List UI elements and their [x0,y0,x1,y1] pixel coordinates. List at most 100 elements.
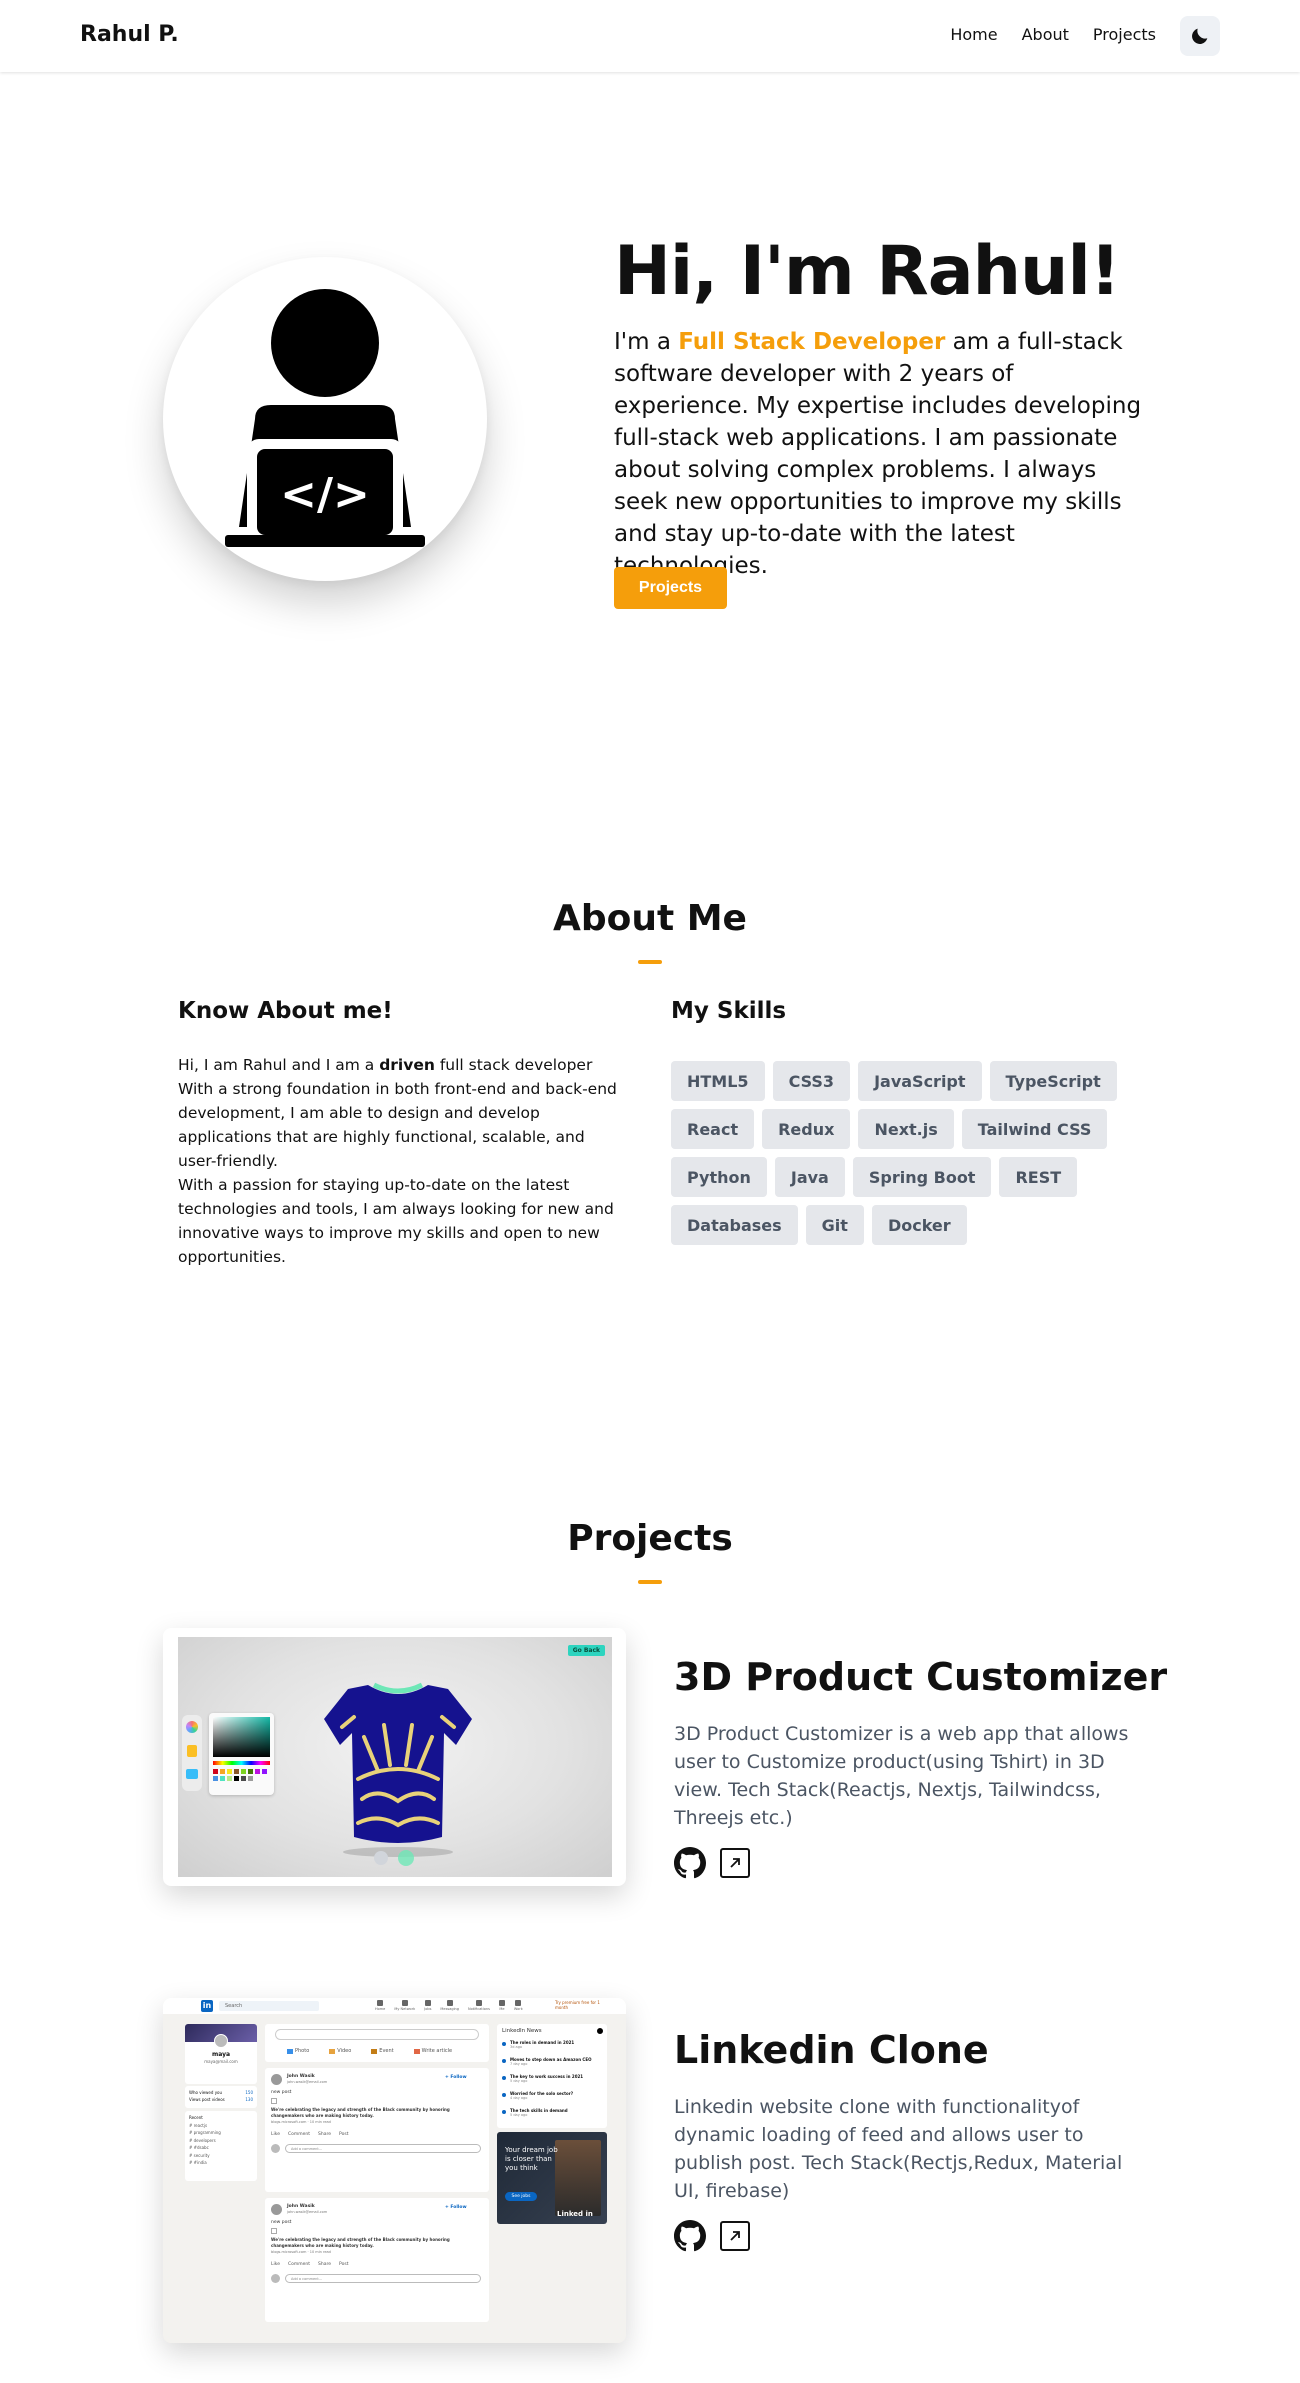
li-follow-button: + Follow [445,2075,467,2080]
li-post-text: new post [271,2220,292,2225]
project-title-linkedin-clone: Linkedin Clone [674,2028,989,2072]
li-nav-icon [498,2000,505,2006]
project-screenshot-linkedin: in Search Home My Network Jobs Messaging Not… [163,1998,626,2343]
nav-link-projects[interactable]: Projects [1093,25,1156,44]
file-icon [187,1745,197,1757]
theme-toggle-button[interactable] [1180,16,1220,56]
li-nav-item: Messaging [440,2000,459,2011]
about-section-title: About Me [553,898,747,939]
li-search-input: Search [219,2001,319,2011]
projects-button[interactable]: Projects [614,567,727,609]
external-link-icon [730,2231,740,2241]
github-link-button[interactable] [674,1847,706,1879]
project-title-3d-customizer: 3D Product Customizer [674,1655,1168,1699]
skill-tag: Spring Boot [852,1157,992,1197]
nav-links: Home About Projects [950,25,1156,44]
about-paragraph-1: Hi, I am Rahul and I am a driven full st… [178,1053,618,1173]
nav-link-home[interactable]: Home [950,25,997,44]
color-wheel-icon [186,1721,198,1733]
li-news-item: The tech skills in demand 5 day ago [502,2108,602,2125]
about-p1-bold: driven [379,1056,435,1074]
li-news-bullet [502,2059,506,2063]
li-nav-item: Work [514,2000,523,2011]
li-recent-item: # #india [189,2160,207,2165]
li-post-avatar [271,2074,282,2085]
skills-list: HTML5 CSS3 JavaScript TypeScript React Redux N… [671,1061,1121,1245]
li-stat-value: 150 [245,2090,253,2095]
li-nav-icon [377,2000,384,2006]
li-news-time: 4 day ago [510,2096,528,2100]
li-post-image [271,2228,277,2234]
full-texture-toggle-icon[interactable] [398,1850,414,1866]
projects-section-title: Projects [567,1518,733,1559]
projects-title-underline [638,1580,662,1584]
color-swatches [213,1769,270,1781]
li-post-link: blogs.microsoft.com · 10 min read [271,2120,331,2124]
li-news-time: 5 day ago [510,2113,528,2117]
skill-tag: React [671,1109,755,1149]
live-demo-link-button[interactable] [720,1848,750,1878]
li-compose-icon [371,2048,378,2054]
project-card-3d-customizer[interactable]: Go Back [163,1628,626,1886]
github-icon [674,1847,706,1879]
li-post-email: john.wasik@email.com [287,2210,328,2214]
li-compose-box: Photo Video Event Write article [265,2024,489,2062]
my-skills-heading: My Skills [671,998,787,1024]
li-nav-label: Me [499,2007,505,2011]
skill-tag: JavaScript [858,1061,982,1101]
li-header: in Search Home My Network Jobs Messaging Not… [163,1998,626,2014]
li-start-post-input [275,2029,479,2040]
li-nav-icon [446,2000,453,2006]
github-icon [674,2220,706,2252]
li-news-list: The roles in demand in 2021 3d ago Moves t… [502,2040,602,2125]
li-news-time: 3d ago [510,2045,523,2049]
project-card-linkedin-clone[interactable]: in Search Home My Network Jobs Messaging Not… [163,1998,626,2343]
skill-tag: HTML5 [671,1061,765,1101]
li-profile-name: maya [211,2051,231,2058]
li-post: John Wasik john.wasik@email.com + Follow ne… [265,2198,489,2322]
li-compose-actions: Photo Video Event Write article [287,2048,452,2054]
li-nav-item: Home [375,2000,385,2011]
li-post-headline: We're celebrating the legacy and strengt… [271,2237,450,2248]
li-post-image [271,2098,277,2104]
li-nav-label: Home [375,2007,386,2011]
li-comment-avatar [271,2274,280,2283]
color-picker-saturation [213,1717,270,1757]
nav-link-about[interactable]: About [1022,25,1069,44]
li-nav-item: Jobs [424,2000,431,2011]
project-desc-3d-customizer: 3D Product Customizer is a web app that … [674,1723,1129,1829]
know-about-heading: Know About me! [178,998,393,1024]
li-news-item: The roles in demand in 2021 3d ago [502,2040,602,2057]
li-nav-label: Messaging [440,2007,459,2011]
li-comment-input: Add a comment... [285,2274,481,2283]
logo-toggle-icon[interactable] [374,1851,388,1865]
li-news-item: Moves to step down as Amazon CEO 7 day ag… [502,2057,602,2074]
brand-logo[interactable]: Rahul P. [80,22,179,47]
skill-tag: CSS3 [772,1061,851,1101]
li-news-time: 5 day ago [510,2079,528,2083]
li-recent-item: # developers [189,2137,216,2143]
li-nav-label: My Network [394,2007,416,2011]
live-demo-link-button[interactable] [720,2221,750,2251]
hero-description: I'm a Full Stack Developer am a full-sta… [614,326,1154,582]
li-recent-card: Recent # reactjs # programming # developer… [185,2111,257,2181]
li-news-bullet [502,2110,506,2114]
li-nav-label: Notifications [468,2007,490,2011]
li-nav-icon [424,2000,431,2006]
li-logo-icon: in [201,2000,213,2012]
li-post-actions: Like Comment Share Post [271,2132,349,2137]
developer-laptop-icon: </> [225,289,425,547]
li-nav-icon [475,2000,482,2006]
li-post-author: John Wasik [287,2074,315,2079]
li-news-bullet [502,2093,506,2097]
li-news-title: LinkedIn News [502,2028,542,2034]
li-profile-card: maya maya@mail.com [185,2024,257,2084]
li-ad-person-image [555,2140,601,2216]
skill-tag: Git [805,1205,864,1245]
hero-desc-prefix: I'm a [614,329,679,355]
developer-avatar: </> [163,257,487,581]
project-links-linkedin-clone [674,2220,750,2252]
github-link-button[interactable] [674,2220,706,2252]
hero-title: Hi, I'm Rahul! [614,232,1121,311]
project-desc-linkedin-clone: Linkedin website clone with functionalit… [674,2096,1123,2202]
